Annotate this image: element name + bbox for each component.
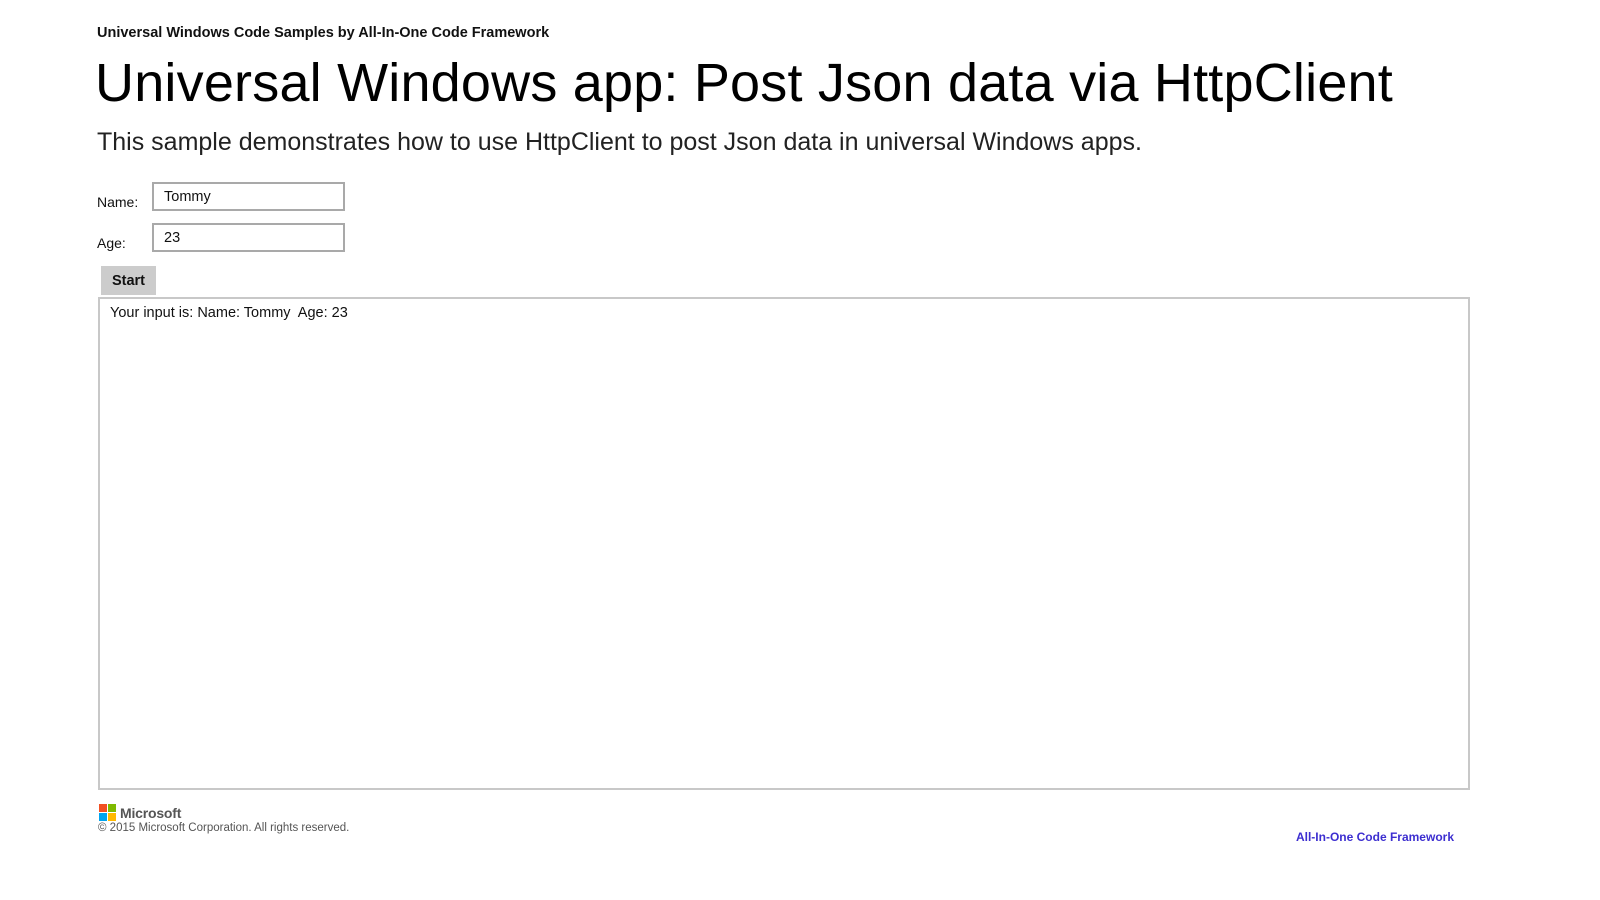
logo-square-yellow [108, 813, 116, 821]
logo-square-red [99, 804, 107, 812]
header-caption: Universal Windows Code Samples by All-In… [97, 25, 550, 41]
page-subtitle: This sample demonstrates how to use Http… [97, 128, 1142, 156]
logo-square-blue [99, 813, 107, 821]
name-label: Name: [97, 194, 139, 210]
logo-square-green [108, 804, 116, 812]
microsoft-logo: Microsoft [99, 804, 181, 821]
name-input[interactable] [152, 182, 345, 211]
start-button[interactable]: Start [101, 266, 156, 295]
page-title: Universal Windows app: Post Json data vi… [95, 53, 1393, 113]
app-page: Universal Windows Code Samples by All-In… [0, 0, 1600, 900]
microsoft-logo-icon [99, 804, 116, 821]
copyright-text: © 2015 Microsoft Corporation. All rights… [98, 822, 350, 834]
output-textbox[interactable]: Your input is: Name: Tommy Age: 23 [98, 297, 1470, 790]
age-input[interactable] [152, 223, 345, 252]
age-label: Age: [97, 235, 126, 251]
output-text: Your input is: Name: Tommy Age: 23 [110, 305, 348, 321]
microsoft-logo-text: Microsoft [120, 804, 182, 821]
all-in-one-code-framework-link[interactable]: All-In-One Code Framework [1296, 830, 1454, 844]
